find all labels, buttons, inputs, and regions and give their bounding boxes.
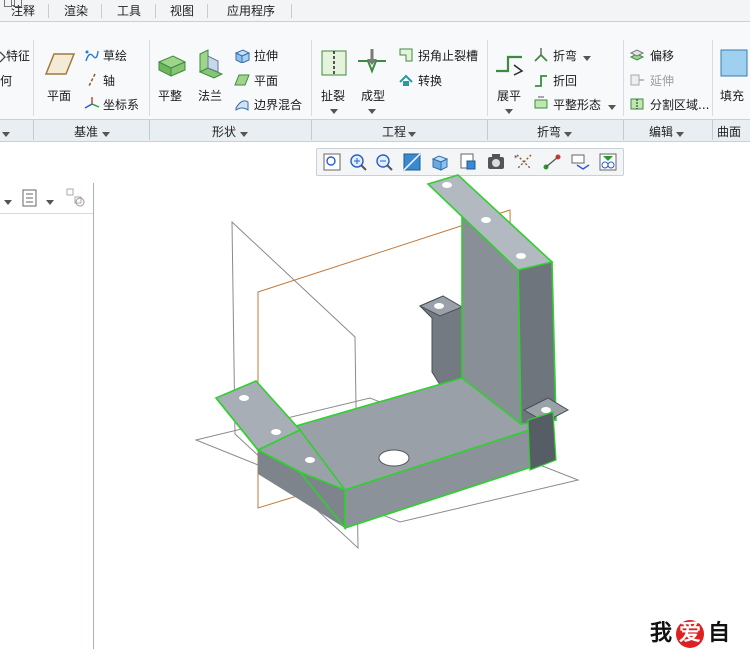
watermark-heart: 爱	[676, 620, 704, 648]
form-dropdown-icon[interactable]	[368, 104, 376, 114]
watermark-text-3: 自	[708, 621, 731, 646]
datum-group-dropdown-icon[interactable]	[102, 127, 110, 137]
form-button[interactable]: 成型	[361, 87, 385, 104]
offset-icon[interactable]	[629, 47, 645, 63]
blend-icon[interactable]	[234, 96, 250, 112]
extrude-icon[interactable]	[234, 47, 251, 64]
group-dropdown-icon[interactable]	[2, 127, 10, 137]
blend-button[interactable]: 边界混合	[254, 96, 302, 113]
axis-button[interactable]: 轴	[103, 72, 115, 89]
bend-back-icon[interactable]	[533, 72, 549, 88]
tree-settings-dropdown-icon[interactable]	[46, 195, 54, 205]
bend-back-button[interactable]: 折回	[553, 72, 577, 89]
partial-label[interactable]: 何	[0, 72, 12, 89]
tree-dropdown-icon[interactable]	[4, 195, 12, 205]
tree-settings-icon[interactable]	[22, 189, 38, 207]
split-area-button[interactable]: 分割区域...	[650, 96, 709, 113]
graphics-viewport[interactable]	[94, 142, 750, 649]
engineering-group-dropdown-icon[interactable]	[408, 127, 416, 137]
convert-button[interactable]: 转换	[418, 72, 442, 89]
datum-plane-button[interactable]: 平面	[47, 87, 71, 104]
model-tree-toolbar	[0, 183, 93, 214]
watermark-text-1: 我	[650, 621, 673, 646]
tab-tools[interactable]: 工具	[109, 2, 149, 21]
sketch-icon[interactable]	[84, 48, 100, 64]
flat-wall-button[interactable]: 平整	[158, 87, 182, 104]
ribbon-tab-bar: 注释 渲染 工具 视图 应用程序	[0, 0, 750, 22]
editing-group-dropdown-icon[interactable]	[676, 127, 684, 137]
group-label-editing[interactable]: 编辑	[649, 123, 673, 140]
tree-filter-icon	[66, 188, 86, 208]
fill-button[interactable]: 填充	[720, 87, 744, 104]
planar-icon[interactable]	[234, 72, 250, 88]
unbend-button[interactable]: 展平	[497, 87, 521, 104]
axis-icon[interactable]	[86, 72, 98, 88]
extend-button: 延伸	[650, 74, 675, 88]
flat-state-icon[interactable]	[533, 96, 549, 112]
tab-applications[interactable]: 应用程序	[214, 2, 288, 21]
sheetmetal-model-svg	[194, 174, 580, 550]
group-label-shapes[interactable]: 形状	[212, 123, 236, 140]
extend-icon	[629, 72, 645, 88]
corner-relief-icon[interactable]	[398, 47, 414, 63]
flange-wall-button[interactable]: 法兰	[198, 87, 222, 104]
flat-state-dropdown-icon[interactable]	[608, 100, 616, 110]
bend-icon[interactable]	[533, 47, 549, 63]
datum-plane-icon[interactable]	[44, 50, 76, 78]
group-label-surfaces[interactable]: 曲面	[717, 123, 741, 140]
sketch-button[interactable]: 草绘	[103, 47, 127, 64]
watermark-text-2: 爱	[679, 621, 702, 646]
watermark-logo: 我 爱 自	[642, 619, 750, 649]
split-area-icon[interactable]	[629, 96, 645, 112]
unbend-icon[interactable]	[494, 47, 526, 79]
extrude-button[interactable]: 拉伸	[254, 47, 278, 64]
fill-icon[interactable]	[718, 47, 750, 79]
model-tree-panel	[0, 183, 94, 649]
offset-button[interactable]: 偏移	[650, 47, 674, 64]
group-label-engineering[interactable]: 工程	[382, 123, 406, 140]
csys-button[interactable]: 坐标系	[103, 96, 139, 113]
group-label-bends[interactable]: 折弯	[537, 123, 561, 140]
tab-render[interactable]: 渲染	[56, 2, 96, 21]
rip-icon[interactable]	[318, 47, 350, 79]
rip-dropdown-icon[interactable]	[330, 104, 338, 114]
corner-relief-button[interactable]: 拐角止裂槽	[418, 47, 478, 64]
bend-button[interactable]: 折弯	[553, 47, 577, 64]
group-label-datum[interactable]: 基准	[74, 123, 98, 140]
bend-dropdown-icon[interactable]	[583, 51, 591, 61]
flange-wall-icon[interactable]	[194, 48, 226, 80]
tab-view[interactable]: 视图	[162, 2, 202, 21]
form-icon[interactable]	[356, 47, 388, 79]
ribbon-group-bar: 基准 形状 工程 折弯 编辑 曲面	[0, 119, 750, 142]
shapes-group-dropdown-icon[interactable]	[240, 127, 248, 137]
tab-annotate[interactable]: 注释	[4, 2, 42, 21]
csys-icon[interactable]	[84, 96, 100, 112]
rip-button[interactable]: 扯裂	[321, 87, 345, 104]
unbend-dropdown-icon[interactable]	[505, 104, 513, 114]
feature-label[interactable]: 特征	[6, 47, 30, 64]
bends-group-dropdown-icon[interactable]	[564, 127, 572, 137]
convert-icon[interactable]	[398, 72, 414, 88]
flat-wall-icon[interactable]	[155, 48, 187, 80]
flat-state-button[interactable]: 平整形态	[553, 96, 601, 113]
planar-button[interactable]: 平面	[254, 72, 278, 89]
